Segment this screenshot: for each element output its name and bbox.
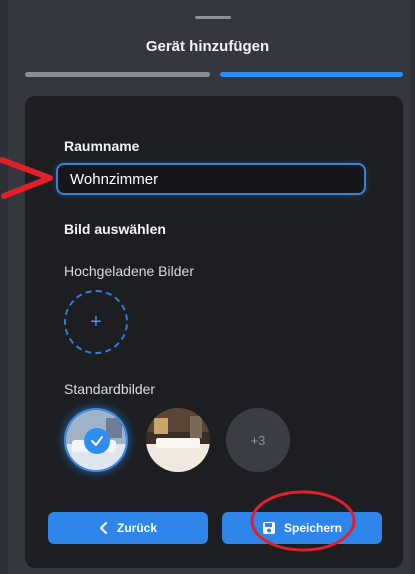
- choose-image-heading: Bild auswählen: [64, 221, 166, 237]
- drag-handle[interactable]: [195, 16, 231, 19]
- default-image-1[interactable]: [64, 408, 128, 472]
- hotel-room-image-icon: [146, 408, 210, 472]
- chevron-left-icon: [99, 522, 107, 534]
- uploaded-images-label: Hochgeladene Bilder: [64, 263, 194, 279]
- room-name-label: Raumname: [64, 138, 140, 154]
- plus-icon: +: [90, 310, 102, 333]
- more-count: +3: [250, 432, 266, 448]
- annotation-circle-icon: [250, 490, 356, 552]
- upload-image-button[interactable]: +: [64, 290, 128, 354]
- sheet-title: Gerät hinzufügen: [145, 38, 270, 55]
- default-images-label: Standardbilder: [64, 381, 156, 397]
- room-name-input[interactable]: [56, 163, 366, 195]
- more-images-button[interactable]: +3: [226, 408, 290, 472]
- progress-step-2: [220, 72, 403, 77]
- back-button[interactable]: Zurück: [48, 512, 208, 544]
- progress-step-1: [25, 72, 210, 77]
- default-image-2[interactable]: [146, 408, 210, 472]
- selected-check-icon: [84, 428, 110, 454]
- back-button-label: Zurück: [116, 521, 157, 535]
